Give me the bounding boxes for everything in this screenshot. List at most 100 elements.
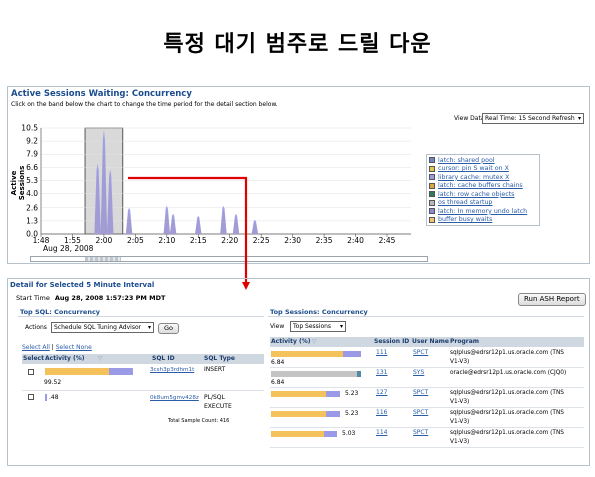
legend-item[interactable]: latch: shared pool xyxy=(429,156,537,165)
legend-swatch xyxy=(429,208,435,215)
go-button[interactable]: Go xyxy=(158,323,180,334)
select-none-link[interactable]: Select None xyxy=(56,344,92,351)
activity-bar xyxy=(271,411,340,417)
start-time-row: Start Time Aug 28, 2008 1:57:23 PM MDT xyxy=(16,294,165,302)
legend-swatch xyxy=(429,165,435,172)
activity-value: 6.84 xyxy=(271,379,285,386)
session-id-link[interactable]: 131 xyxy=(376,369,387,377)
session-id-link[interactable]: 116 xyxy=(376,409,387,417)
y-tick-label: 1.3 xyxy=(26,216,38,225)
top-sessions-title: Top Sessions: Concurrency xyxy=(270,308,368,316)
panel-title: Active Sessions Waiting: Concurrency xyxy=(11,89,192,99)
row-checkbox[interactable] xyxy=(28,369,34,375)
user-name-link[interactable]: SPCT xyxy=(413,409,428,417)
active-sessions-chart[interactable]: 10.59.27.96.65.34.02.61.30.01:48 1:55 2:00… xyxy=(7,118,427,258)
x-tick-label: 2:15 xyxy=(190,236,207,245)
view-data-select[interactable]: Real Time: 15 Second Refresh ▾ xyxy=(482,113,584,124)
bar-segment xyxy=(271,411,326,417)
top-sql-header: Select Activity (%) ▽ SQL ID SQL Type xyxy=(22,354,264,364)
legend-label[interactable]: library cache: mutex X xyxy=(438,174,509,181)
time-selection-band[interactable] xyxy=(30,256,428,262)
bar-segment xyxy=(324,431,337,437)
bar-segment xyxy=(45,368,109,375)
sql-id-link[interactable]: 3csh3p3rdhm1t xyxy=(150,366,194,374)
program-text-cont: V1-V3) xyxy=(450,399,470,405)
legend-item[interactable]: latch: row cache objects xyxy=(429,190,537,199)
activity-bar xyxy=(271,431,337,437)
select-all-link[interactable]: Select All xyxy=(22,344,50,351)
actions-value: Schedule SQL Tuning Advisor xyxy=(54,324,142,331)
col-activity[interactable]: Activity (%) xyxy=(45,355,84,363)
chart-legend: latch: shared pool cursor: pin S wait on … xyxy=(426,154,540,226)
time-selection-handle[interactable] xyxy=(85,257,121,261)
sql-type: PL/SQL xyxy=(204,394,225,401)
sql-type: INSERT xyxy=(204,366,226,373)
x-tick-label: 2:20 xyxy=(221,236,238,245)
sort-icon: ▽ xyxy=(98,355,103,362)
row-checkbox[interactable] xyxy=(28,394,34,400)
legend-item[interactable]: latch: cache buffers chains xyxy=(429,182,537,191)
session-id-link[interactable]: 127 xyxy=(376,389,387,397)
slide-title: 특정 대기 범주로 드릴 다운 xyxy=(163,32,432,57)
y-axis-label: Active Sessions xyxy=(10,165,26,201)
detail-panel: Detail for Selected 5 Minute Interval St… xyxy=(7,278,590,466)
table-row: .48 0k8um5gmv428z PL/SQL EXECUTE xyxy=(22,392,264,414)
table-row: 5.23 127 SPCT sqlplus@edrsr12p1.us.oracle.c… xyxy=(270,388,584,408)
x-date-label: Aug 28, 2008 xyxy=(43,244,94,253)
col-program: Program xyxy=(450,338,480,345)
legend-swatch xyxy=(429,216,435,223)
view-value: Top Sessions xyxy=(293,323,332,330)
user-name-link[interactable]: SPCT xyxy=(413,389,428,397)
legend-item[interactable]: buffer busy waits xyxy=(429,216,537,225)
legend-item[interactable]: library cache: mutex X xyxy=(429,173,537,182)
chart-spike xyxy=(251,219,259,234)
activity-bar xyxy=(45,368,133,375)
start-time-label: Start Time xyxy=(16,294,50,302)
legend-label[interactable]: cursor: pin S wait on X xyxy=(438,165,509,172)
col-user-name: User Name xyxy=(412,338,449,345)
col-activity[interactable]: Activity (%) xyxy=(271,338,310,346)
bar-segment xyxy=(109,368,133,375)
user-name-link[interactable]: SPCT xyxy=(413,429,428,437)
view-select[interactable]: Top Sessions ▾ xyxy=(290,321,346,332)
activity-bar xyxy=(45,394,47,401)
session-id-link[interactable]: 111 xyxy=(376,349,387,357)
program-text-cont: V1-V3) xyxy=(450,359,470,365)
col-select: Select xyxy=(23,355,44,362)
bar-segment xyxy=(357,371,361,377)
table-row: 6.84 131 SYS oracle@edrsr12p1.us.oracle.com… xyxy=(270,368,584,388)
start-time-value: Aug 28, 2008 1:57:23 PM MDT xyxy=(54,294,166,302)
chevron-down-icon: ▾ xyxy=(577,115,581,122)
table-row: 99.52 3csh3p3rdhm1t INSERT xyxy=(22,365,264,391)
activity-bar xyxy=(271,391,340,397)
sql-id-link[interactable]: 0k8um5gmv428z xyxy=(150,394,199,402)
legend-label[interactable]: os thread startup xyxy=(438,199,492,206)
legend-label[interactable]: latch: In memory undo latch xyxy=(438,208,527,215)
user-name-link[interactable]: SYS xyxy=(413,369,424,377)
legend-item[interactable]: latch: In memory undo latch xyxy=(429,207,537,216)
legend-item[interactable]: os thread startup xyxy=(429,199,537,208)
program-text: sqlplus@edrsr12p1.us.oracle.com (TNS xyxy=(450,350,564,356)
legend-item[interactable]: cursor: pin S wait on X xyxy=(429,165,537,174)
actions-select[interactable]: Schedule SQL Tuning Advisor ▾ xyxy=(51,322,154,333)
bar-segment xyxy=(326,411,340,417)
x-tick-label: 2:25 xyxy=(253,236,270,245)
legend-label[interactable]: latch: shared pool xyxy=(438,157,495,164)
view-label: View xyxy=(270,323,285,330)
session-id-link[interactable]: 114 xyxy=(376,429,387,437)
x-tick-label: 2:05 xyxy=(127,236,144,245)
legend-label[interactable]: buffer busy waits xyxy=(438,216,492,223)
chevron-down-icon: ▾ xyxy=(339,323,343,330)
run-ash-report-button[interactable]: Run ASH Report xyxy=(518,293,586,306)
chart-spike xyxy=(163,205,171,234)
legend-swatch xyxy=(429,199,435,206)
legend-swatch xyxy=(429,191,435,198)
user-name-link[interactable]: SPCT xyxy=(413,349,428,357)
y-tick-label: 4.0 xyxy=(26,189,38,198)
legend-label[interactable]: latch: cache buffers chains xyxy=(438,182,523,189)
x-tick-label: 2:45 xyxy=(379,236,396,245)
activity-value: 99.52 xyxy=(44,379,62,386)
program-text: sqlplus@edrsr12p1.us.oracle.com (TNS xyxy=(450,430,564,436)
bar-segment xyxy=(271,391,326,397)
legend-label[interactable]: latch: row cache objects xyxy=(438,191,514,198)
